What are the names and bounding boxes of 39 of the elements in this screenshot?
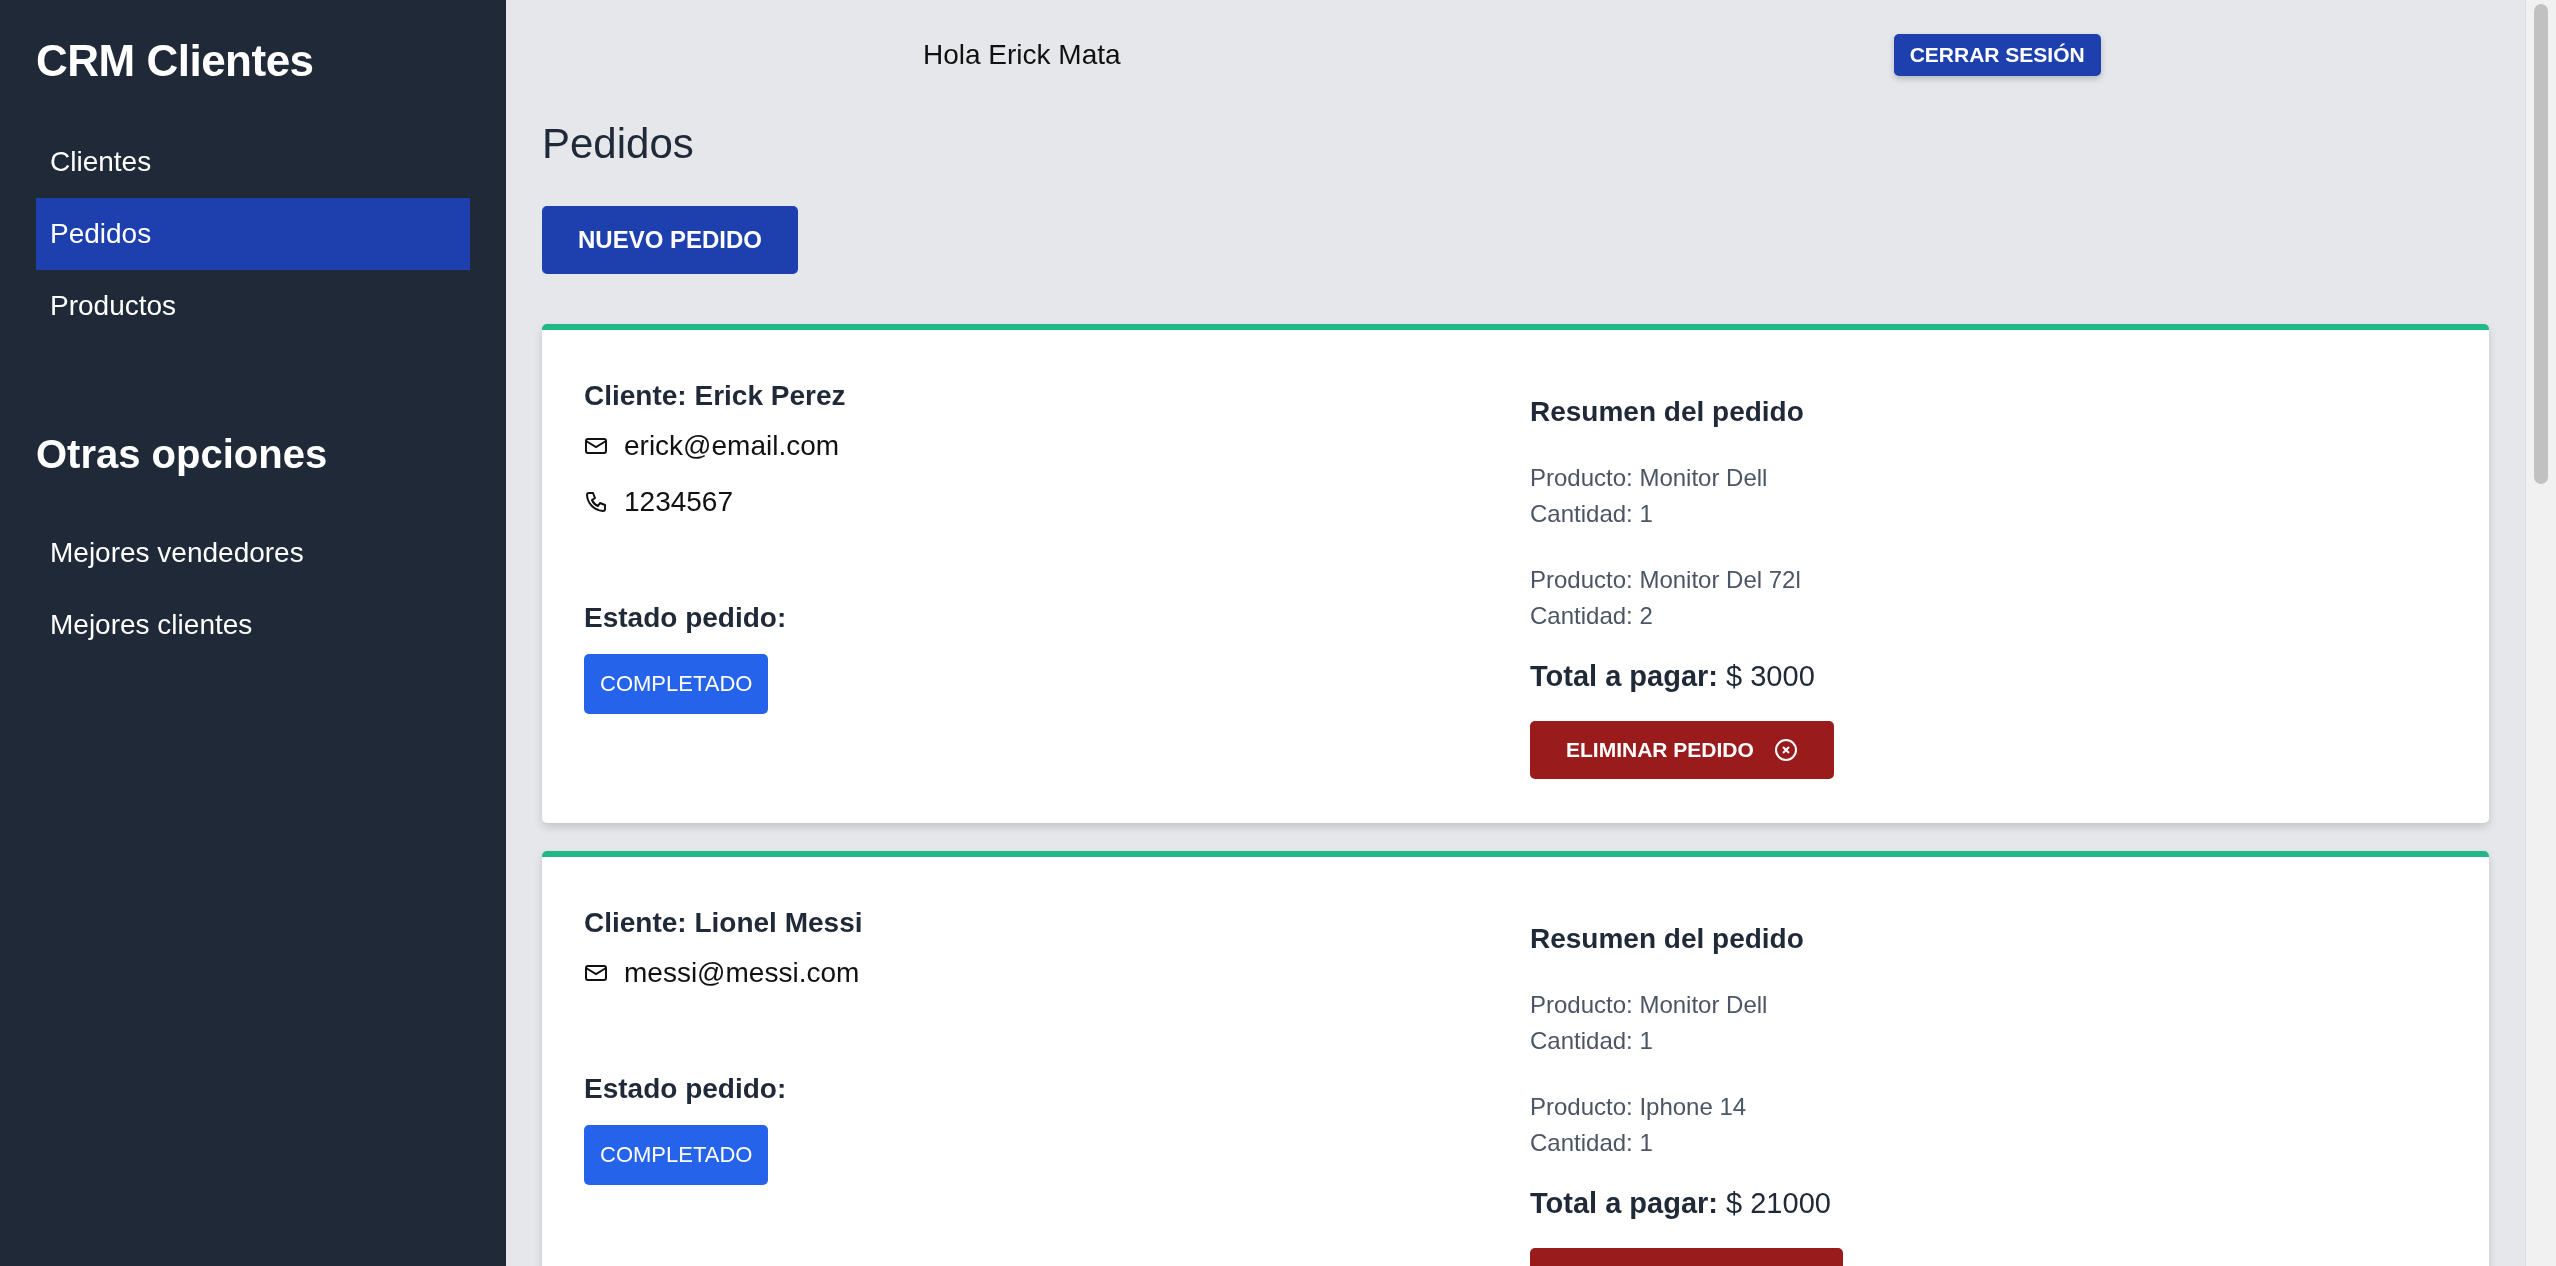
order-total: Total a pagar: $ 21000 (1530, 1187, 1832, 1220)
product-name: Producto: Iphone 14 (1530, 1092, 1748, 1122)
logout-button[interactable]: CERRAR SESIÓN (1893, 34, 2101, 76)
status-badge[interactable]: COMPLETADO (584, 654, 769, 714)
mail-icon (584, 963, 608, 983)
greeting: Hola Erick Mata (923, 39, 1121, 71)
sidebar-item[interactable]: Mejores vendedores (36, 517, 470, 589)
status-label: Estado pedido: (584, 602, 788, 634)
sidebar-item[interactable]: Pedidos (36, 198, 470, 270)
summary-title: Resumen del pedido (1530, 923, 1805, 955)
summary-title: Resumen del pedido (1530, 396, 1805, 428)
product-quantity: Cantidad: 2 (1530, 601, 1654, 631)
section-title: Otras opciones (36, 432, 329, 477)
product-name: Producto: Monitor Del 72l (1530, 565, 1802, 595)
client-name: Cliente: Erick Perez (584, 380, 847, 412)
page-title: Pedidos (542, 120, 695, 168)
scrollbar-thumb[interactable] (2534, 4, 2548, 484)
client-email: erick@email.com (624, 430, 840, 462)
phone-icon (584, 490, 608, 514)
delete-order-button[interactable]: ELIMINAR PEDIDO (1530, 721, 1834, 779)
mail-icon (584, 436, 608, 456)
scrollbar[interactable] (2525, 0, 2556, 1266)
client-phone: 1234567 (624, 486, 733, 518)
sidebar-item[interactable]: Productos (36, 270, 470, 342)
order-total: Total a pagar: $ 3000 (1530, 660, 1816, 693)
app-title: CRM Clientes (36, 36, 315, 86)
sidebar-item[interactable]: Clientes (36, 126, 470, 198)
sidebar-item[interactable]: Mejores clientes (36, 589, 470, 661)
client-email: messi@messi.com (624, 957, 860, 989)
product-name: Producto: Monitor Dell (1530, 990, 1769, 1020)
new-order-button[interactable]: NUEVO PEDIDO (542, 206, 799, 274)
client-name: Cliente: Lionel Messi (584, 907, 864, 939)
status-badge[interactable]: COMPLETADO (584, 1125, 769, 1185)
close-circle-icon (1773, 738, 1798, 762)
product-quantity: Cantidad: 1 (1530, 499, 1654, 529)
product-name: Producto: Monitor Dell (1530, 463, 1769, 493)
product-quantity: Cantidad: 1 (1530, 1026, 1654, 1056)
status-label: Estado pedido: (584, 1073, 788, 1105)
product-quantity: Cantidad: 1 (1530, 1128, 1654, 1158)
